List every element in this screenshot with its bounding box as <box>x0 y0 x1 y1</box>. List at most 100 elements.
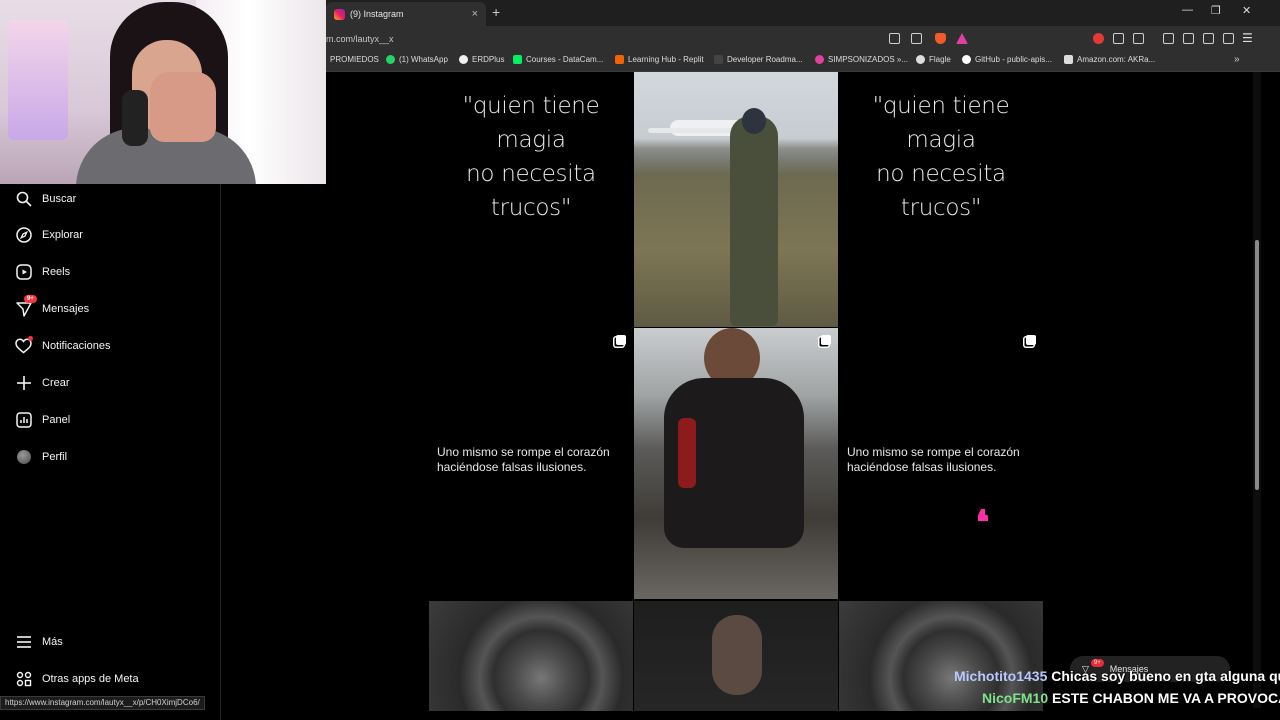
bookmarks-more-button[interactable]: » <box>1234 54 1240 65</box>
streamer-webcam <box>0 0 326 184</box>
sidebar-item-panel[interactable]: Panel <box>14 410 70 429</box>
carousel-icon <box>1026 335 1036 345</box>
status-bar-link: https://www.instagram.com/lautyx__x/p/CH… <box>0 696 205 710</box>
share-icon[interactable] <box>911 33 922 44</box>
post-quote-text: "quien tiene magia no necesita trucos" <box>839 89 1043 225</box>
meta-apps-icon <box>14 669 33 688</box>
quote-line: "quien tiene magia <box>872 93 1010 153</box>
sidebar-item-crear[interactable]: Crear <box>14 373 70 392</box>
grid-post-quote-magia[interactable]: "quien tiene magia no necesita trucos" <box>429 72 633 327</box>
sidebar-item-mensajes[interactable]: 9+ Mensajes <box>14 295 90 318</box>
minimize-button[interactable]: — <box>1182 4 1193 16</box>
carousel-icon <box>821 335 831 345</box>
bookmark-item[interactable]: Learning Hub - Replit <box>615 55 704 64</box>
sidebar-item-buscar[interactable]: Buscar <box>14 189 76 208</box>
person-figure <box>730 116 778 326</box>
quote-line: trucos" <box>900 195 982 221</box>
simpsonizados-icon <box>815 55 824 64</box>
quote-line: "quien tiene magia <box>462 93 600 153</box>
extension-red-icon[interactable] <box>1093 33 1104 44</box>
person-head <box>712 615 762 695</box>
leo-ai-icon[interactable] <box>1203 33 1214 44</box>
hamburger-icon <box>14 632 33 651</box>
grid-post-photo-sitting[interactable] <box>634 328 838 599</box>
quote-line: no necesita <box>466 161 596 187</box>
browser-tab-instagram[interactable]: (9) Instagram × <box>326 2 486 26</box>
bookmark-item[interactable]: PROMIEDOS <box>330 55 379 64</box>
webcam-microphone <box>122 90 148 146</box>
plus-icon <box>14 373 33 392</box>
datacamp-icon <box>513 55 522 64</box>
install-app-icon[interactable] <box>889 33 900 44</box>
jacket-stripe <box>678 418 696 488</box>
chat-text: ESTE CHABON ME VA A PROVOCA <box>1052 690 1280 706</box>
wallet-icon[interactable] <box>1183 33 1194 44</box>
replit-icon <box>615 55 624 64</box>
new-tab-button[interactable]: + <box>492 4 500 20</box>
address-bar[interactable]: m.com/lautyx__x <box>326 30 976 48</box>
tab-close-button[interactable]: × <box>472 8 478 20</box>
sidebar-item-label: Reels <box>42 265 71 278</box>
sidebar-item-label: Mensajes <box>42 302 90 315</box>
quote-line: trucos" <box>490 195 572 221</box>
notification-dot <box>28 336 33 341</box>
grid-post-quote-magia-2[interactable]: "quien tiene magia no necesita trucos" <box>839 72 1043 327</box>
bookmark-item[interactable]: ERDPlus <box>459 55 504 64</box>
bookmark-item[interactable]: GitHub - public-apis... <box>962 55 1052 64</box>
quote-line: Uno mismo se rompe el corazón <box>437 445 610 459</box>
extensions-icon[interactable] <box>1113 33 1124 44</box>
bookmark-item[interactable]: Courses - DataCam... <box>513 55 603 64</box>
sidebar-item-notificaciones[interactable]: Notificaciones <box>14 336 110 355</box>
bookmark-item[interactable]: (1) WhatsApp <box>386 55 448 64</box>
chat-username: Michotito1435 <box>954 668 1048 684</box>
grid-post-quote-corazon-2[interactable]: Uno mismo se rompe el corazón haciéndose… <box>839 328 1043 599</box>
sidebar-item-explorar[interactable]: Explorar <box>14 225 83 244</box>
brave-shield-icon[interactable] <box>935 33 946 44</box>
sidebar-item-label: Otras apps de Meta <box>42 672 139 685</box>
post-quote-text: "quien tiene magia no necesita trucos" <box>429 89 633 225</box>
tab-title: (9) Instagram <box>350 9 404 19</box>
reels-icon <box>14 262 33 281</box>
quote-line: Uno mismo se rompe el corazón <box>847 445 1020 459</box>
chat-username: NicoFM10 <box>982 690 1049 706</box>
page-scrollbar[interactable] <box>1253 72 1261 708</box>
search-icon <box>14 189 33 208</box>
bookmark-item[interactable]: Developer Roadma... <box>714 55 803 64</box>
sidebar-toggle-icon[interactable] <box>1163 33 1174 44</box>
sidebar-item-perfil[interactable]: Perfil <box>14 447 67 466</box>
sidebar-item-label: Notificaciones <box>42 339 111 352</box>
bookmark-item[interactable]: Flagle <box>916 55 951 64</box>
reading-list-icon[interactable] <box>1133 33 1144 44</box>
sidebar-item-mas[interactable]: Más <box>14 632 63 651</box>
close-window-button[interactable]: ✕ <box>1242 4 1251 17</box>
person-head <box>742 108 766 134</box>
grid-post-photo-rose[interactable] <box>429 601 633 711</box>
bookmark-item[interactable]: SIMPSONIZADOS »... <box>815 55 908 64</box>
grid-post-quote-corazon[interactable]: Uno mismo se rompe el corazón haciéndose… <box>429 328 633 599</box>
vpn-icon[interactable] <box>1223 33 1234 44</box>
scrollbar-thumb[interactable] <box>1255 240 1259 490</box>
grid-post-photo-plane[interactable] <box>634 72 838 327</box>
instagram-sidebar: Buscar Explorar Reels 9+ Mensajes Notifi… <box>0 184 221 720</box>
sidebar-item-label: Panel <box>42 413 71 426</box>
amazon-icon <box>1064 55 1073 64</box>
message-count-badge: 9+ <box>24 295 37 303</box>
sidebar-item-meta-apps[interactable]: Otras apps de Meta <box>14 669 139 688</box>
sidebar-item-reels[interactable]: Reels <box>14 262 70 281</box>
webcam-background-shelf <box>8 20 68 140</box>
sidebar-item-label: Explorar <box>42 228 83 241</box>
quote-line: no necesita <box>876 161 1006 187</box>
restore-button[interactable]: ❐ <box>1211 4 1221 17</box>
chat-text: Chicas soy bueno en gta alguna qu <box>1051 668 1280 684</box>
bookmark-item[interactable]: Amazon.com: AKRa... <box>1064 55 1155 64</box>
sidebar-item-label: Perfil <box>42 450 68 463</box>
brave-rewards-icon[interactable] <box>956 33 968 44</box>
flagle-icon <box>916 55 925 64</box>
chat-message: NicoFM10 ESTE CHABON ME VA A PROVOCA <box>982 690 1280 706</box>
instagram-favicon-icon <box>334 8 345 20</box>
message-count-badge: 9+ <box>1090 659 1104 667</box>
quote-line: haciéndose falsas ilusiones. <box>437 460 587 474</box>
carousel-icon <box>616 335 626 345</box>
browser-menu-icon[interactable]: ☰ <box>1242 31 1253 45</box>
grid-post-photo-portrait[interactable] <box>634 601 838 711</box>
